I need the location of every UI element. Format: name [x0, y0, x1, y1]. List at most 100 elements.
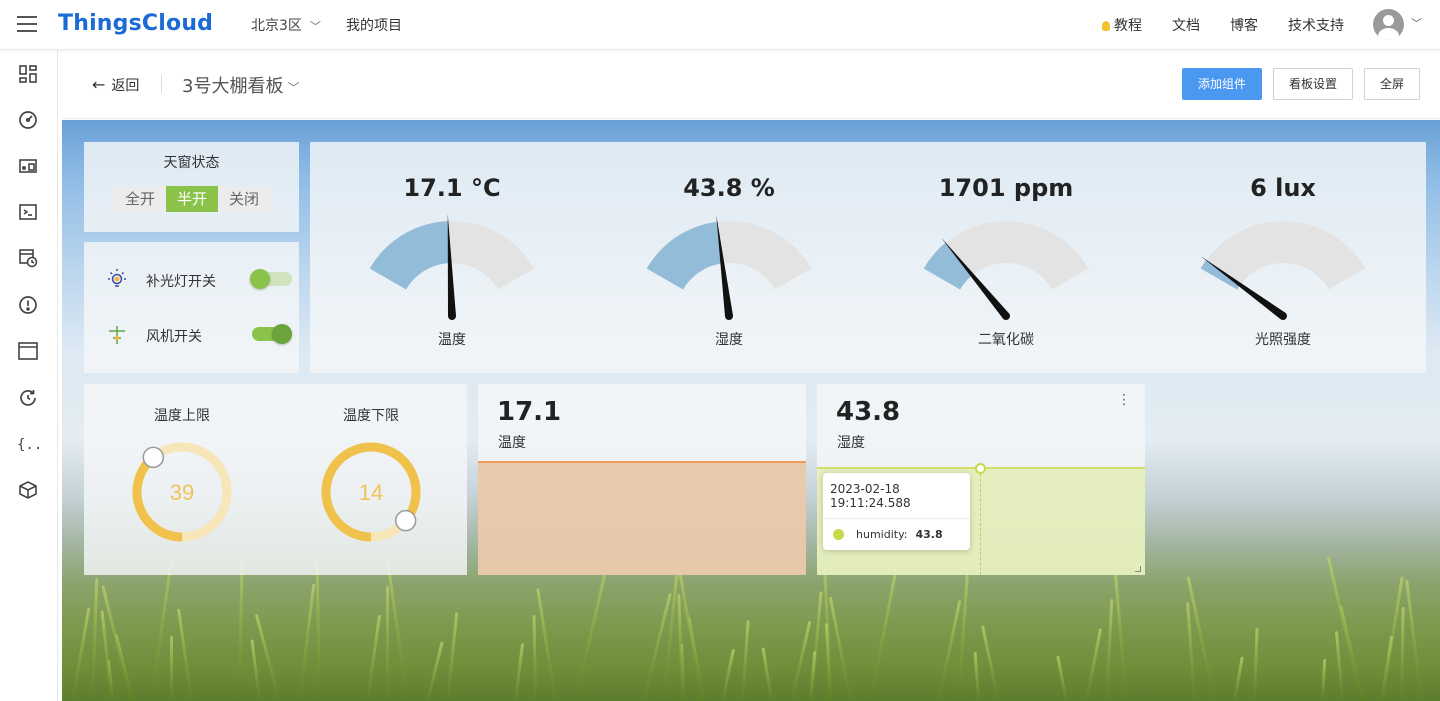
dashboard-canvas: 天窗状态 全开 半开 关闭 补光灯开关 风机开关 17.1 °C 温度 43.8… — [62, 120, 1440, 701]
menu-icon[interactable] — [17, 16, 37, 32]
tooltip-series: humidity: — [856, 528, 908, 541]
region-label: 北京3区 — [251, 18, 302, 34]
board-settings-button[interactable]: 看板设置 — [1273, 68, 1353, 100]
data-point-marker[interactable] — [975, 463, 986, 474]
grass-blade — [1405, 579, 1423, 701]
board-title-selector[interactable]: 3号大棚看板 ﹀ — [182, 72, 299, 98]
gauge-label: 二氧化碳 — [978, 332, 1034, 348]
grass-blade — [574, 562, 609, 701]
gauges-widget: 17.1 °C 温度 43.8 % 湿度 1701 ppm 二氧化碳 6 lux… — [310, 142, 1426, 373]
gauge-1 — [369, 214, 535, 320]
dashboard-icon[interactable] — [17, 63, 39, 85]
blog-link[interactable]: 博客 — [1230, 15, 1258, 35]
docs-link[interactable]: 文档 — [1172, 15, 1200, 35]
knob-handle[interactable] — [142, 446, 165, 469]
back-button[interactable]: ← 返回 — [92, 75, 139, 95]
divider — [161, 75, 162, 93]
gauge-value: 6 lux — [1250, 174, 1316, 202]
knob-handle[interactable] — [394, 509, 417, 532]
temperature-area — [478, 463, 806, 575]
grass-blade — [828, 596, 852, 701]
rules-icon[interactable] — [17, 247, 39, 269]
region-selector[interactable]: 北京3区 ﹀ — [251, 15, 321, 35]
devices-icon[interactable] — [17, 155, 39, 177]
back-label: 返回 — [111, 78, 140, 94]
gauge-icon[interactable] — [17, 109, 39, 131]
support-link[interactable]: 技术支持 — [1288, 15, 1344, 35]
skylight-widget: 天窗状态 全开 半开 关闭 — [84, 142, 299, 232]
grass-blade — [514, 643, 525, 701]
fan-icon — [109, 326, 125, 344]
grass-blade — [973, 652, 980, 701]
alert-icon[interactable] — [17, 294, 39, 316]
lightbulb-icon — [108, 269, 126, 287]
temperature-label: 温度 — [498, 435, 526, 451]
add-widget-button[interactable]: 添加组件 — [1182, 68, 1262, 100]
switches-widget: 补光灯开关 风机开关 — [84, 242, 299, 373]
fullscreen-button[interactable]: 全屏 — [1364, 68, 1420, 100]
grass-blade — [250, 639, 261, 701]
crosshair-line — [980, 469, 981, 575]
temperature-value: 17.1 — [497, 397, 562, 427]
grass-blade — [741, 620, 750, 701]
limit-knob-1[interactable]: 39 — [132, 442, 232, 542]
grass-blade — [177, 608, 193, 701]
grass-blade — [1085, 628, 1103, 701]
tooltip-value: 43.8 — [915, 528, 943, 541]
chevron-down-icon[interactable]: ﹀ — [1411, 15, 1422, 31]
my-projects-link[interactable]: 我的项目 — [346, 15, 402, 35]
knob-value: 14 — [359, 480, 383, 505]
grass-blade — [238, 556, 244, 701]
window-icon[interactable] — [17, 340, 39, 362]
grass-blade — [386, 559, 409, 701]
grass-blade — [426, 641, 444, 701]
gauge-label: 光照强度 — [1255, 332, 1311, 348]
grass-blade — [386, 586, 389, 701]
chevron-down-icon: ﹀ — [309, 20, 321, 33]
fan-toggle[interactable] — [252, 324, 292, 344]
fill-light-toggle[interactable] — [250, 269, 292, 289]
grass-blade — [91, 578, 99, 701]
limit-knobs[interactable]: 39 14 — [84, 384, 467, 575]
fan-switch-row: 风机开关 — [102, 320, 292, 350]
tooltip-time: 2023-02-18 19:11:24.588 — [823, 473, 970, 519]
fill-light-label: 补光灯开关 — [146, 274, 216, 290]
limit-knob-2[interactable]: 14 — [321, 442, 421, 542]
gauge-4 — [1200, 221, 1366, 320]
gauge-pivot — [1279, 312, 1287, 320]
temperature-limits-widget: 温度上限 温度下限 39 14 — [84, 384, 467, 575]
gauge-fill — [646, 221, 723, 290]
grass-blade — [536, 588, 557, 701]
grass-blade — [366, 614, 382, 701]
brand-logo[interactable]: ThingsCloud — [58, 11, 213, 36]
avatar[interactable] — [1373, 9, 1404, 40]
skylight-title: 天窗状态 — [163, 155, 220, 171]
knob-value: 39 — [170, 480, 194, 505]
code-braces-icon[interactable]: {..} — [17, 433, 51, 455]
more-menu-icon[interactable]: ⋮ — [1117, 392, 1131, 408]
terminal-icon[interactable] — [17, 201, 39, 223]
grass-blade — [1380, 635, 1394, 701]
history-icon[interactable] — [17, 387, 39, 409]
top-links: 教程 文档 博客 技术支持 — [1102, 15, 1344, 35]
tutorial-label: 教程 — [1114, 18, 1142, 34]
chart-tooltip: 2023-02-18 19:11:24.588 humidity: 43.8 — [823, 473, 970, 550]
grass-blade — [1113, 571, 1128, 701]
skylight-option-full-open[interactable]: 全开 — [114, 186, 166, 212]
skylight-option-closed[interactable]: 关闭 — [218, 186, 270, 212]
humidity-chart-widget: 43.8 湿度 ⋮ 2023-02-18 19:11:24.588 humidi… — [817, 384, 1145, 575]
gauge-pivot — [725, 312, 733, 320]
tutorial-link[interactable]: 教程 — [1102, 15, 1142, 35]
board-title: 3号大棚看板 — [182, 76, 284, 97]
top-bar: ThingsCloud 北京3区 ﹀ 我的项目 教程 文档 博客 技术支持 ﹀ — [0, 0, 1440, 50]
gauge-pivot — [1002, 312, 1010, 320]
grass-blade — [446, 612, 459, 701]
grass-blade — [298, 583, 316, 701]
resize-handle-icon[interactable] — [1135, 566, 1141, 572]
gauge-label: 温度 — [438, 332, 466, 348]
grass-blade — [1334, 631, 1344, 701]
skylight-option-half-open[interactable]: 半开 — [166, 186, 218, 212]
gauge-value: 43.8 % — [683, 174, 775, 202]
tooltip-row: humidity: 43.8 — [823, 519, 970, 550]
package-icon[interactable] — [17, 479, 39, 501]
